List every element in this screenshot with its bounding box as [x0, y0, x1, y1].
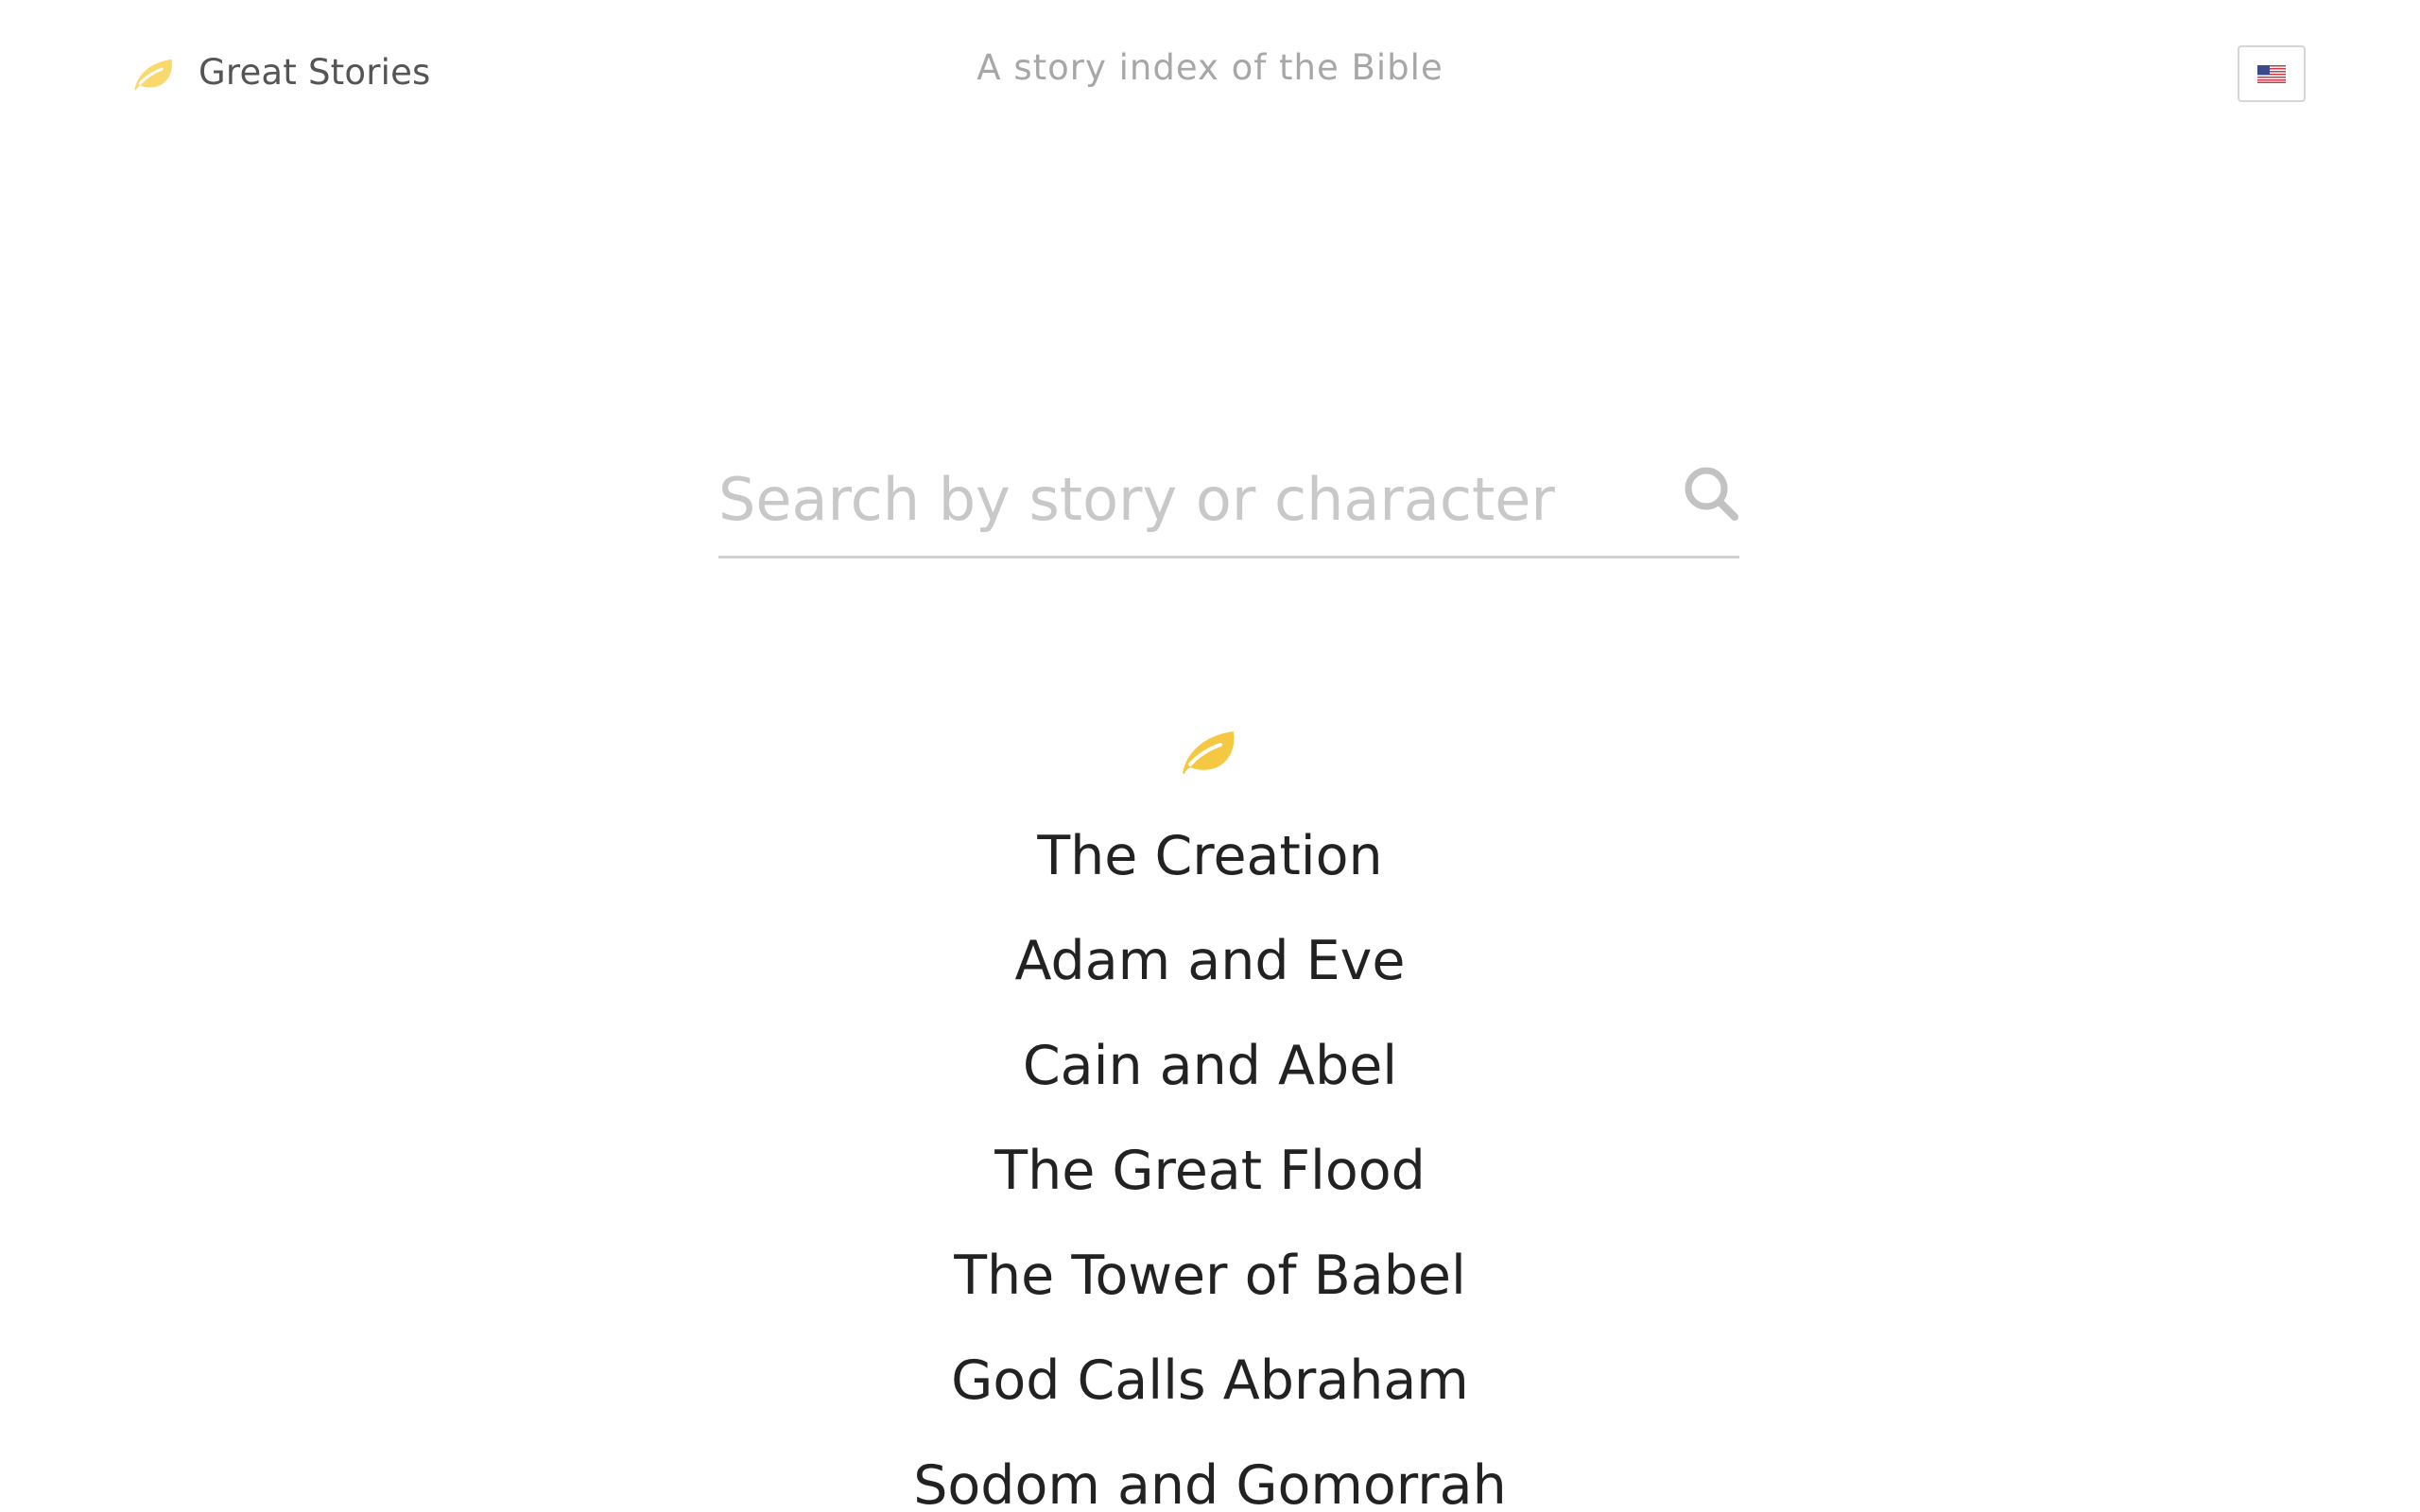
leaf-icon: [1183, 731, 1235, 774]
search-icon[interactable]: [1683, 465, 1741, 524]
search-underline: [718, 556, 1739, 558]
story-list-item: Sodom and Gomorrah: [0, 1448, 2420, 1512]
search-bar: [718, 444, 1739, 558]
story-list-item: The Tower of Babel: [0, 1238, 2420, 1343]
story-list-item: Adam and Eve: [0, 923, 2420, 1028]
story-link-the-tower-of-babel[interactable]: The Tower of Babel: [954, 1245, 1466, 1307]
story-list-item: The Great Flood: [0, 1133, 2420, 1238]
story-link-cain-and-abel[interactable]: Cain and Abel: [1023, 1035, 1397, 1097]
search-input[interactable]: [718, 444, 1664, 555]
language-selector-button[interactable]: [2238, 45, 2306, 102]
us-flag-icon: [2257, 64, 2286, 83]
site-tagline: A story index of the Bible: [977, 47, 1443, 88]
story-link-god-calls-abraham[interactable]: God Calls Abraham: [951, 1349, 1469, 1412]
story-link-adam-and-eve[interactable]: Adam and Eve: [1015, 930, 1406, 992]
story-link-the-creation[interactable]: The Creation: [1037, 825, 1382, 887]
story-list-item: Cain and Abel: [0, 1028, 2420, 1133]
story-list-item: The Creation: [0, 818, 2420, 923]
story-list-item: God Calls Abraham: [0, 1343, 2420, 1448]
story-list: The Creation Adam and Eve Cain and Abel …: [0, 818, 2420, 1512]
story-link-sodom-and-gomorrah[interactable]: Sodom and Gomorrah: [913, 1454, 1506, 1512]
story-link-the-great-flood[interactable]: The Great Flood: [994, 1140, 1426, 1202]
